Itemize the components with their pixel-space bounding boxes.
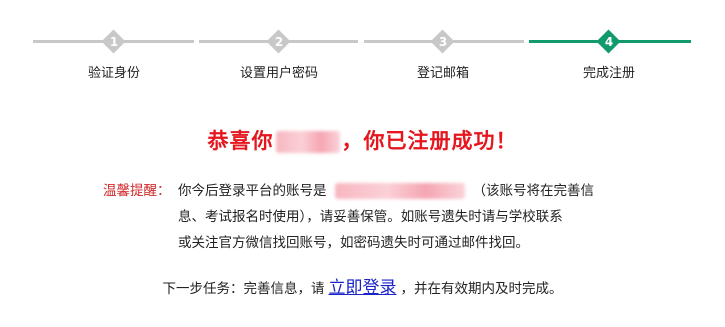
next-step-after: ，并在有效期内及时完成。 (400, 281, 563, 297)
reminder-label: 温馨提醒： (103, 183, 171, 199)
redacted-user-name (275, 131, 340, 153)
step-4-label: 完成注册 (582, 66, 635, 81)
step-3-label: 登记邮箱 (416, 66, 469, 81)
step-3-number: 3 (438, 35, 448, 49)
step-4-number: 4 (604, 35, 614, 49)
step-2-marker: 2 (266, 29, 291, 54)
success-prefix: 恭喜你 (207, 129, 274, 153)
reminder-line-3: 或关注官方微信找回账号，如密码遗失时可通过邮件找回。 (178, 235, 529, 251)
success-message: 恭喜你 ，你已注册成功！ (0, 125, 725, 155)
reminder-line-1-after: （该账号将在完善信 (472, 183, 595, 199)
login-now-link[interactable]: 立即登录 (329, 278, 397, 298)
step-1-marker: 1 (101, 29, 126, 54)
step-2-label: 设置用户密码 (239, 66, 318, 81)
reminder-line-1-before: 你今后登录平台的账号是 (178, 183, 327, 199)
reminder-line-2: 息、考试报名时使用），请妥善保管。如账号遗失时请与学校联系 (178, 209, 563, 225)
step-3-marker: 3 (430, 29, 455, 54)
step-1-label: 验证身份 (87, 66, 140, 81)
success-suffix: ，你已注册成功！ (341, 129, 518, 153)
next-step-message: 下一步任务：完善信息，请 立即登录 ，并在有效期内及时完成。 (0, 273, 725, 298)
step-progress-bar: 1 2 3 4 验证身份 设置用户密码 登记邮箱 完成注册 (0, 0, 725, 90)
step-1-number: 1 (109, 35, 119, 49)
step-4-marker: 4 (596, 29, 621, 54)
step-2-number: 2 (274, 35, 284, 49)
reminder-line-1: 你今后登录平台的账号是 （该账号将在完善信 (178, 178, 638, 204)
redacted-account-number (334, 183, 465, 199)
next-step-before: 下一步任务：完善信息，请 (162, 281, 325, 297)
reminder-text: 你今后登录平台的账号是 （该账号将在完善信 息、考试报名时使用），请妥善保管。如账… (178, 178, 638, 256)
